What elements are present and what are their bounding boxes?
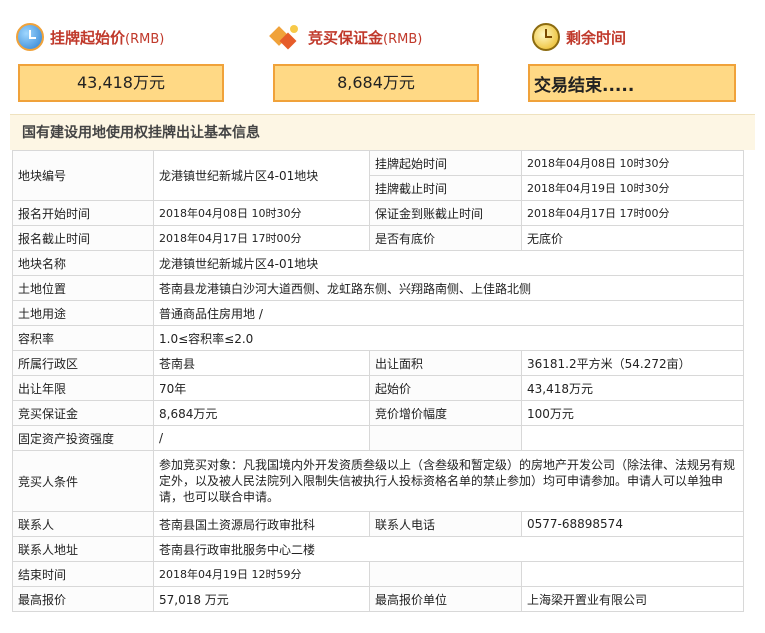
top-bidder-key: 最高报价单位 <box>369 586 522 612</box>
table-row: 所属行政区 苍南县 出让面积 36181.2平方米（54.272亩） <box>12 350 744 376</box>
table-row: 最高报价 57,018 万元 最高报价单位 上海梁开置业有限公司 <box>12 586 744 612</box>
deposit-panel: 竞买保证金(RMB) 8,684万元 <box>269 14 479 102</box>
top-bidder-value: 上海梁开置业有限公司 <box>521 586 744 612</box>
usage-value: 普通商品住房用地 / <box>153 300 744 326</box>
start-price-key: 起始价 <box>369 375 522 401</box>
invest-key: 固定资产投资强度 <box>12 425 154 451</box>
deposit-value: 8,684万元 <box>273 64 479 102</box>
table-row: 报名开始时间 2018年04月08日 10时30分 保证金到账截止时间 2018… <box>12 200 744 226</box>
phone-key: 联系人电话 <box>369 511 522 537</box>
address-key: 联系人地址 <box>12 536 154 562</box>
far-key: 容积率 <box>12 325 154 351</box>
contact-value: 苍南县国土资源局行政审批科 <box>153 511 370 537</box>
contact-key: 联系人 <box>12 511 154 537</box>
starting-price-header: 挂牌起始价(RMB) <box>16 14 164 60</box>
table-row: 容积率 1.0≤容积率≤2.0 <box>12 325 744 351</box>
invest-value: / <box>153 425 370 451</box>
top-bid-value: 57,018 万元 <box>153 586 370 612</box>
listing-start-key: 挂牌起始时间 <box>369 150 522 176</box>
phone-value: 0577-68898574 <box>521 511 744 537</box>
table-row: 竞买保证金 8,684万元 竞价增价幅度 100万元 <box>12 400 744 426</box>
listing-end-key: 挂牌截止时间 <box>369 175 522 201</box>
table-row: 土地用途 普通商品住房用地 / <box>12 300 744 326</box>
table-row: 地块编号 龙港镇世纪新城片区4-01地块 挂牌起始时间 2018年04月08日 … <box>12 150 744 201</box>
table-row: 竞买人条件 参加竞买对象：凡我国境内外开发资质叁级以上（含叁级和暂定级）的房地产… <box>12 450 744 512</box>
table-row: 报名截止时间 2018年04月17日 17时00分 是否有底价 无底价 <box>12 225 744 251</box>
deposit-diamond-icon <box>269 23 302 51</box>
table-row: 地块名称 龙港镇世纪新城片区4-01地块 <box>12 250 744 276</box>
empty-cell <box>521 561 744 587</box>
conditions-value: 参加竞买对象：凡我国境内外开发资质叁级以上（含叁级和暂定级）的房地产开发公司（除… <box>153 450 744 512</box>
conditions-key: 竞买人条件 <box>12 450 154 512</box>
bid-deposit-value: 8,684万元 <box>153 400 370 426</box>
table-row: 固定资产投资强度 / <box>12 425 744 451</box>
plot-no-key: 地块编号 <box>12 150 154 201</box>
area-value: 36181.2平方米（54.272亩） <box>521 350 744 376</box>
reserve-value: 无底价 <box>521 225 744 251</box>
deposit-deadline-value: 2018年04月17日 17时00分 <box>521 200 744 226</box>
reserve-key: 是否有底价 <box>369 225 522 251</box>
reg-end-key: 报名截止时间 <box>12 225 154 251</box>
listing-end-value: 2018年04月19日 10时30分 <box>521 175 744 201</box>
empty-cell <box>369 561 522 587</box>
increment-key: 竞价增价幅度 <box>369 400 522 426</box>
table-row: 出让年限 70年 起始价 43,418万元 <box>12 375 744 401</box>
far-value: 1.0≤容积率≤2.0 <box>153 325 744 351</box>
starting-price-panel: 挂牌起始价(RMB) 43,418万元 <box>16 14 224 102</box>
price-clock-icon <box>16 23 44 51</box>
table-row: 土地位置 苍南县龙港镇白沙河大道西侧、龙虹路东侧、兴翔路南侧、上佳路北侧 <box>12 275 744 301</box>
deposit-header: 竞买保证金(RMB) <box>269 14 423 60</box>
starting-price-value: 43,418万元 <box>18 64 224 102</box>
summary-bar: 挂牌起始价(RMB) 43,418万元 竞买保证金(RMB) 8,684万元 剩… <box>0 0 765 112</box>
remaining-time-panel: 剩余时间 交易结束..... <box>528 14 736 102</box>
area-key: 出让面积 <box>369 350 522 376</box>
increment-value: 100万元 <box>521 400 744 426</box>
remaining-time-label: 剩余时间 <box>566 28 627 47</box>
district-key: 所属行政区 <box>12 350 154 376</box>
plot-no-value: 龙港镇世纪新城片区4-01地块 <box>153 150 370 201</box>
listing-start-value: 2018年04月08日 10时30分 <box>521 150 744 176</box>
address-value: 苍南县行政审批服务中心二楼 <box>153 536 744 562</box>
district-value: 苍南县 <box>153 350 370 376</box>
reg-end-value: 2018年04月17日 17时00分 <box>153 225 370 251</box>
table-row: 结束时间 2018年04月19日 12时59分 <box>12 561 744 587</box>
table-row: 联系人 苍南县国土资源局行政审批科 联系人电话 0577-68898574 <box>12 511 744 537</box>
alarm-clock-icon <box>532 23 560 51</box>
start-price-value: 43,418万元 <box>521 375 744 401</box>
plot-name-value: 龙港镇世纪新城片区4-01地块 <box>153 250 744 276</box>
end-time-value: 2018年04月19日 12时59分 <box>153 561 370 587</box>
reg-start-key: 报名开始时间 <box>12 200 154 226</box>
remaining-time-value: 交易结束..... <box>528 64 736 102</box>
top-bid-key: 最高报价 <box>12 586 154 612</box>
reg-start-value: 2018年04月08日 10时30分 <box>153 200 370 226</box>
location-value: 苍南县龙港镇白沙河大道西侧、龙虹路东侧、兴翔路南侧、上佳路北侧 <box>153 275 744 301</box>
empty-cell <box>521 425 744 451</box>
location-key: 土地位置 <box>12 275 154 301</box>
plot-name-key: 地块名称 <box>12 250 154 276</box>
empty-cell <box>369 425 522 451</box>
deposit-label: 竞买保证金(RMB) <box>308 28 423 47</box>
term-key: 出让年限 <box>12 375 154 401</box>
term-value: 70年 <box>153 375 370 401</box>
usage-key: 土地用途 <box>12 300 154 326</box>
end-time-key: 结束时间 <box>12 561 154 587</box>
table-row: 联系人地址 苍南县行政审批服务中心二楼 <box>12 536 744 562</box>
remaining-time-header: 剩余时间 <box>532 14 626 60</box>
land-info-table: 地块编号 龙港镇世纪新城片区4-01地块 挂牌起始时间 2018年04月08日 … <box>12 150 744 612</box>
section-title: 国有建设用地使用权挂牌出让基本信息 <box>10 114 755 150</box>
bid-deposit-key: 竞买保证金 <box>12 400 154 426</box>
deposit-deadline-key: 保证金到账截止时间 <box>369 200 522 226</box>
starting-price-label: 挂牌起始价(RMB) <box>50 28 165 47</box>
